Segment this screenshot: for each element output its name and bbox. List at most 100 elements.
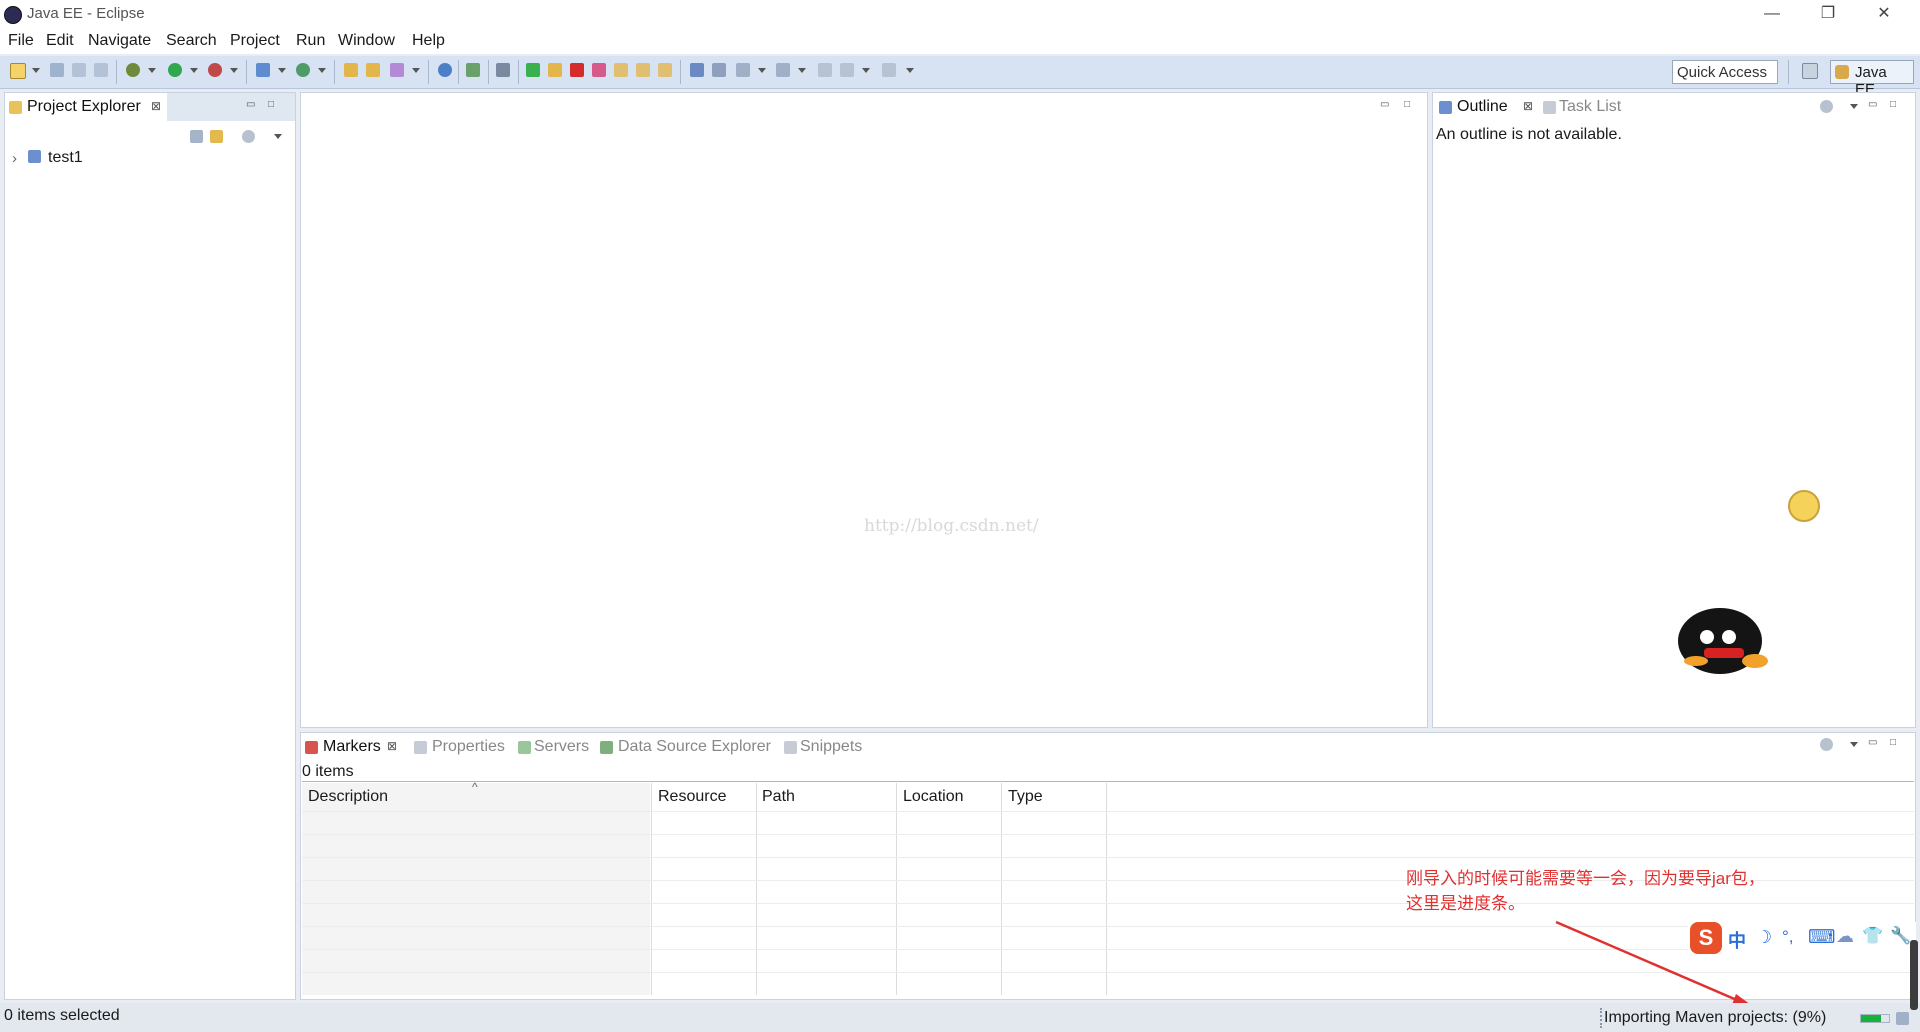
outline-maximize-icon[interactable]: □	[1890, 100, 1902, 110]
open-type-icon[interactable]	[344, 63, 358, 77]
column-divider[interactable]	[1001, 783, 1002, 995]
external-tools-icon[interactable]	[208, 63, 222, 77]
sogou-logo-icon[interactable]: S	[1690, 922, 1722, 954]
tab-outline[interactable]: Outline ⊠	[1433, 93, 1539, 121]
tab-servers[interactable]: Servers	[518, 733, 592, 761]
restore-button[interactable]: ❐	[1800, 0, 1856, 28]
minimize-view-icon[interactable]: ▭	[246, 100, 258, 110]
menu-file[interactable]: File	[8, 32, 34, 50]
print-icon[interactable]	[94, 63, 108, 77]
tab-task-list[interactable]: Task List	[1541, 93, 1651, 121]
menu-edit[interactable]: Edit	[46, 32, 74, 50]
close-tab-icon[interactable]: ⊠	[387, 739, 397, 753]
back-icon[interactable]	[840, 63, 854, 77]
menu-window[interactable]: Window	[338, 32, 395, 50]
sort-ascending-icon[interactable]: ^	[472, 780, 478, 794]
tab-properties[interactable]: Properties	[412, 733, 518, 761]
markers-minimize-icon[interactable]: ▭	[1868, 738, 1880, 748]
collapse-all-icon[interactable]	[190, 130, 203, 143]
new-icon[interactable]	[10, 63, 26, 79]
ime-moon-icon[interactable]: ☽	[1756, 927, 1772, 948]
outline-view-menu-icon[interactable]	[1850, 104, 1858, 109]
maximize-view-icon[interactable]: □	[268, 100, 280, 110]
column-divider[interactable]	[896, 783, 897, 995]
column-header-location[interactable]: Location	[903, 788, 964, 806]
lightbulb-icon[interactable]	[1788, 490, 1820, 522]
run-icon[interactable]	[168, 63, 182, 77]
menu-help[interactable]: Help	[412, 32, 445, 50]
markers-filter-icon[interactable]	[1820, 738, 1833, 751]
menu-run[interactable]: Run	[296, 32, 325, 50]
step-over-icon[interactable]	[636, 63, 650, 77]
tab-project-explorer[interactable]: Project Explorer ⊠	[5, 93, 167, 121]
view-menu-icon[interactable]	[274, 134, 282, 139]
column-header-path[interactable]: Path	[762, 788, 795, 806]
column-divider[interactable]	[756, 783, 757, 995]
terminate-icon[interactable]	[570, 63, 584, 77]
open-perspective-icon[interactable]	[1802, 63, 1818, 79]
debug-dropdown-icon[interactable]	[148, 68, 156, 73]
view-filter-icon[interactable]	[242, 130, 255, 143]
markers-view-menu-icon[interactable]	[1850, 742, 1858, 747]
column-header-description[interactable]: Description	[308, 788, 388, 806]
new-server-icon[interactable]	[256, 63, 270, 77]
new-web-dropdown-icon[interactable]	[318, 68, 326, 73]
editor-area[interactable]	[300, 92, 1428, 728]
browser-icon[interactable]	[438, 63, 452, 77]
close-button[interactable]: ✕	[1856, 0, 1912, 28]
debug-icon[interactable]	[126, 63, 140, 77]
link-editor-icon[interactable]	[210, 130, 223, 143]
menu-project[interactable]: Project	[230, 32, 280, 50]
markers-maximize-icon[interactable]: □	[1890, 738, 1902, 748]
tree-item-test1[interactable]: test1	[48, 149, 83, 167]
save-icon[interactable]	[50, 63, 64, 77]
pin-icon[interactable]	[496, 63, 510, 77]
tab-markers[interactable]: Markers ⊠	[301, 733, 405, 761]
resume-icon[interactable]	[526, 63, 540, 77]
open-resource-icon[interactable]	[366, 63, 380, 77]
run-dropdown-icon[interactable]	[190, 68, 198, 73]
tab-snippets[interactable]: Snippets	[784, 733, 874, 761]
new-server-dropdown-icon[interactable]	[278, 68, 286, 73]
close-tab-icon[interactable]: ⊠	[1523, 99, 1533, 113]
last-edit-icon[interactable]	[818, 63, 832, 77]
progress-view-icon[interactable]	[1896, 1012, 1909, 1025]
progress-label[interactable]: Importing Maven projects: (9%)	[1604, 1009, 1826, 1027]
outline-filter-icon[interactable]	[1820, 100, 1833, 113]
disconnect-icon[interactable]	[592, 63, 606, 77]
ime-punctuation-icon[interactable]: °,	[1782, 927, 1794, 947]
qq-penguin-icon[interactable]	[1678, 608, 1770, 678]
new-web-icon[interactable]	[296, 63, 310, 77]
sync-icon[interactable]	[466, 63, 480, 77]
expand-arrow-icon[interactable]: ›	[12, 150, 17, 167]
suspend-icon[interactable]	[548, 63, 562, 77]
back-dropdown-icon[interactable]	[862, 68, 870, 73]
toggle-mark-icon[interactable]	[690, 63, 704, 77]
search-icon[interactable]	[390, 63, 404, 77]
column-header-resource[interactable]: Resource	[658, 788, 726, 806]
next-annotation-icon[interactable]	[736, 63, 750, 77]
step-into-icon[interactable]	[614, 63, 628, 77]
search-dropdown-icon[interactable]	[412, 68, 420, 73]
column-divider[interactable]	[651, 783, 652, 995]
minimize-button[interactable]: —	[1744, 0, 1800, 28]
tab-data-source-explorer[interactable]: Data Source Explorer	[600, 733, 774, 761]
block-selection-icon[interactable]	[712, 63, 726, 77]
editor-maximize-icon[interactable]: □	[1404, 100, 1416, 110]
outline-minimize-icon[interactable]: ▭	[1868, 100, 1880, 110]
ime-skin-icon[interactable]: 👕	[1862, 926, 1883, 946]
prev-annotation-icon[interactable]	[776, 63, 790, 77]
next-annotation-dropdown-icon[interactable]	[758, 68, 766, 73]
menu-navigate[interactable]: Navigate	[88, 32, 151, 50]
column-header-type[interactable]: Type	[1008, 788, 1043, 806]
quick-access-input[interactable]: Quick Access	[1672, 60, 1778, 84]
ime-user-icon[interactable]: ☁	[1836, 926, 1854, 947]
save-all-icon[interactable]	[72, 63, 86, 77]
forward-icon[interactable]	[882, 63, 896, 77]
column-divider[interactable]	[1106, 783, 1107, 995]
perspective-java-ee[interactable]: Java EE	[1830, 60, 1914, 98]
forward-dropdown-icon[interactable]	[906, 68, 914, 73]
menu-search[interactable]: Search	[166, 32, 217, 50]
new-dropdown-icon[interactable]	[32, 68, 40, 73]
side-scroll-handle[interactable]	[1910, 940, 1918, 1010]
